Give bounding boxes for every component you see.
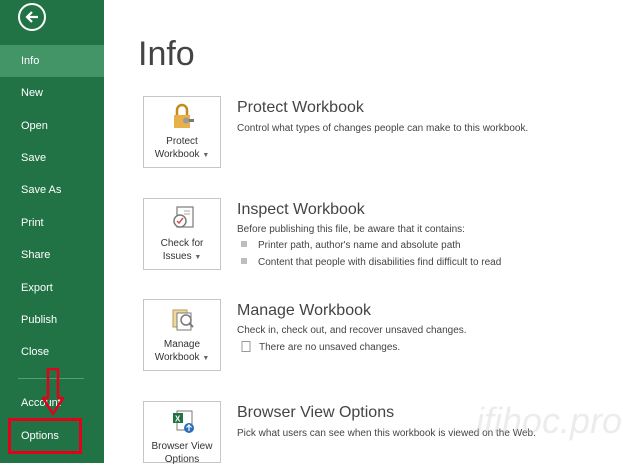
protect-tile-label-1: Protect	[166, 136, 198, 147]
inspect-workbook-desc: Before publishing this file, be aware th…	[237, 224, 465, 235]
protect-tile-label-2: Workbook	[154, 149, 200, 160]
nav-close[interactable]: Close	[0, 336, 104, 368]
svg-text:X: X	[175, 415, 181, 424]
nav-share[interactable]: Share	[0, 239, 104, 271]
inspect-bullet-2: Content that people with disabilities fi…	[241, 257, 501, 268]
browser-tile-label-1: Browser View	[151, 441, 213, 452]
backstage-sidebar: Info New Open Save Save As Print Share E…	[0, 0, 104, 463]
manage-note: There are no unsaved changes.	[241, 341, 401, 354]
manage-workbook-desc: Check in, check out, and recover unsaved…	[237, 325, 467, 336]
dropdown-caret-icon: ▼	[202, 152, 210, 159]
document-icon	[241, 341, 251, 352]
dropdown-caret-icon: ▼	[202, 355, 210, 362]
nav-info[interactable]: Info	[0, 45, 104, 77]
check-tile-label-2: Issues	[162, 251, 192, 262]
nav-open[interactable]: Open	[0, 110, 104, 142]
back-button[interactable]	[18, 3, 46, 31]
watermark: ifihoc.pro	[476, 400, 623, 441]
check-tile-label-1: Check for	[160, 238, 204, 249]
manage-tile-label-2: Workbook	[154, 352, 200, 363]
excel-browser-icon: X	[173, 410, 194, 433]
browser-view-options-title: Browser View Options	[237, 404, 395, 421]
page-title: Info	[138, 35, 195, 73]
bullet-icon	[241, 241, 247, 248]
nav-print[interactable]: Print	[0, 207, 104, 239]
nav-publish[interactable]: Publish	[0, 304, 104, 336]
bullet-icon	[241, 258, 247, 265]
inspect-document-icon	[173, 206, 194, 228]
inspect-workbook-title: Inspect Workbook	[237, 201, 365, 218]
browser-tile-label-2: Options	[164, 454, 200, 465]
protect-workbook-title: Protect Workbook	[237, 99, 364, 116]
nav-export[interactable]: Export	[0, 272, 104, 304]
manage-note-text: There are no unsaved changes.	[259, 342, 401, 354]
protect-workbook-desc: Control what types of changes people can…	[237, 123, 529, 134]
nav-save-as[interactable]: Save As	[0, 174, 104, 206]
options-highlight-box	[8, 418, 82, 454]
inspect-bullet-1-text: Printer path, author's name and absolute…	[258, 240, 461, 251]
protect-workbook-button[interactable]: Protect Workbook ▼	[143, 96, 221, 168]
browser-view-options-button[interactable]: X Browser View Options	[143, 401, 221, 465]
inspect-bullet-1: Printer path, author's name and absolute…	[241, 240, 461, 251]
lock-icon	[174, 103, 194, 128]
dropdown-caret-icon: ▼	[194, 254, 202, 261]
manage-workbook-button[interactable]: Manage Workbook ▼	[143, 299, 221, 371]
back-arrow-icon	[25, 11, 38, 23]
manage-tile-label-1: Manage	[163, 339, 201, 350]
manage-versions-icon	[172, 309, 194, 331]
nav-save[interactable]: Save	[0, 142, 104, 174]
inspect-bullet-2-text: Content that people with disabilities fi…	[258, 257, 502, 268]
nav-new[interactable]: New	[0, 77, 104, 109]
check-for-issues-button[interactable]: Check for Issues ▼	[143, 198, 221, 270]
info-pane: Info Protect Workbook ▼ Protect Workbook…	[104, 0, 623, 465]
manage-workbook-title: Manage Workbook	[237, 302, 371, 319]
red-down-arrow-icon	[41, 368, 65, 416]
